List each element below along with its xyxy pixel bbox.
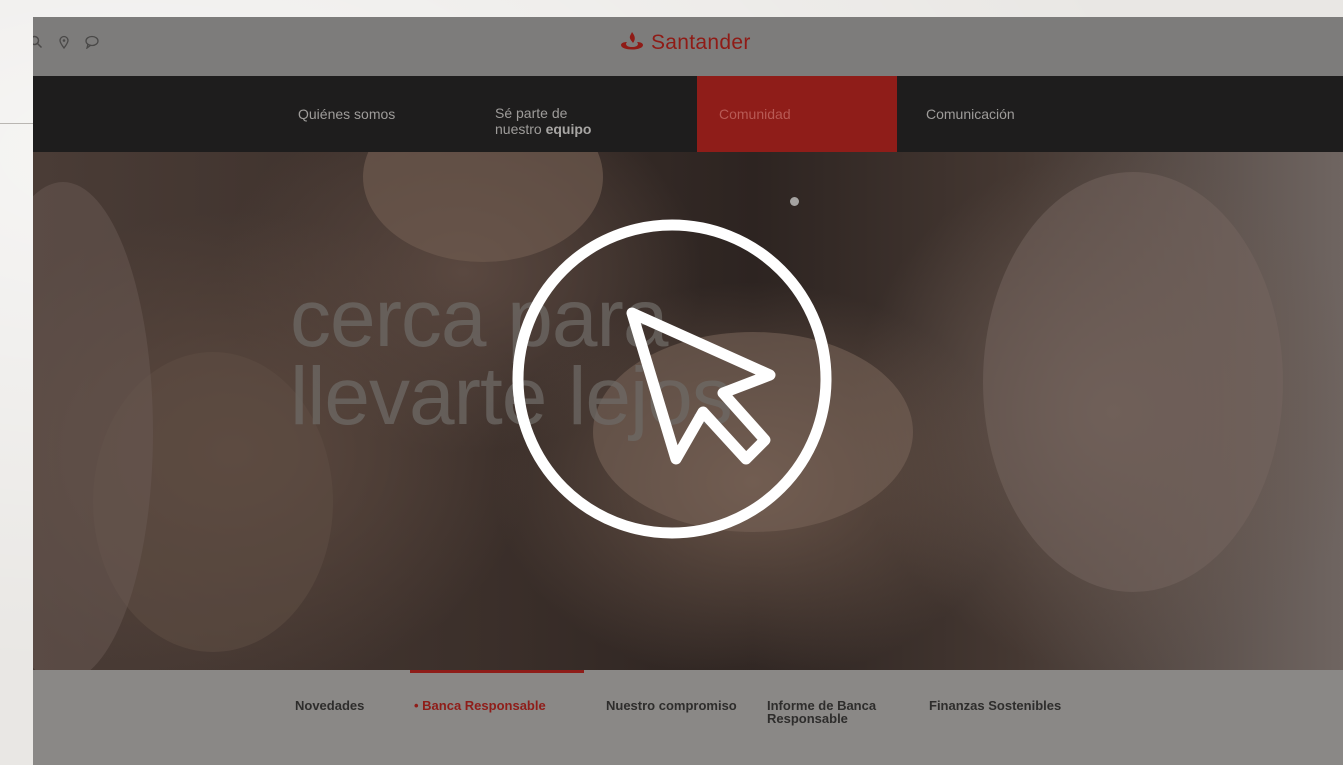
utility-icons: [33, 35, 99, 50]
nav-item-comunidad[interactable]: Comunidad: [697, 76, 897, 152]
top-bar: Santander: [33, 17, 1343, 76]
subnav-item-informe-de-banca-responsable[interactable]: Informe de Banca Responsable: [767, 699, 876, 725]
nav-item-label-text: nuestro: [495, 121, 546, 137]
nav-item-label-line2: nuestro equipo: [495, 121, 591, 137]
subnav-item-finanzas-sostenibles[interactable]: Finanzas Sostenibles: [929, 699, 1061, 712]
nav-item-label-line1: Sé parte de: [495, 105, 568, 121]
subnav-item-novedades[interactable]: Novedades: [295, 699, 364, 712]
nav-item-label: Comunicación: [926, 106, 1015, 122]
subnav-item-label: Nuestro compromiso: [606, 698, 737, 713]
nav-item-comunicacion[interactable]: Comunicación: [926, 76, 1015, 152]
subnav-item-label-line2: Responsable: [767, 711, 848, 726]
cursor-click-icon[interactable]: [508, 215, 836, 543]
active-tab-indicator: [410, 670, 584, 673]
chat-icon[interactable]: [85, 35, 99, 50]
nav-item-label: Comunidad: [719, 106, 791, 122]
nav-item-quienes-somos[interactable]: Quiénes somos: [298, 76, 395, 152]
hero-photo-arm: [983, 172, 1283, 592]
subnav-item-label: • Banca Responsable: [414, 698, 546, 713]
subnav-item-nuestro-compromiso[interactable]: Nuestro compromiso: [606, 699, 737, 712]
nav-item-label: Quiénes somos: [298, 106, 396, 122]
main-navigation: Quiénes somos Sé parte de nuestro equipo…: [33, 76, 1343, 152]
sub-navigation: Novedades • Banca Responsable Nuestro co…: [33, 670, 1343, 765]
nav-item-se-parte-de-nuestro-equipo[interactable]: Sé parte de nuestro equipo: [495, 76, 591, 152]
location-icon[interactable]: [57, 35, 71, 50]
nav-item-label-bold: equipo: [545, 121, 592, 137]
subnav-item-banca-responsable[interactable]: • Banca Responsable: [414, 699, 546, 712]
brand-name: Santander: [651, 31, 751, 54]
santander-logo[interactable]: Santander: [619, 31, 751, 55]
carousel-indicator[interactable]: [790, 197, 799, 206]
subnav-item-label: Novedades: [295, 698, 365, 713]
flame-icon: [621, 32, 643, 50]
search-icon[interactable]: [33, 35, 43, 49]
subnav-item-label: Finanzas Sostenibles: [929, 698, 1062, 713]
